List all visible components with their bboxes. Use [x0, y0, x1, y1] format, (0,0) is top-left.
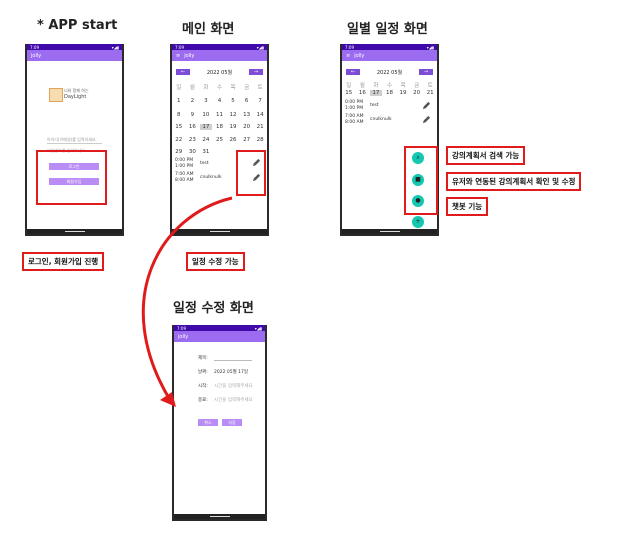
flow-arrow: [141, 196, 233, 407]
chatbot-annotation: 챗봇 기능: [446, 197, 489, 216]
linked-annotation: 유저와 연동된 강의계획서 확인 및 수정: [446, 172, 582, 191]
edit-annotation: 일정 수정 가능: [186, 252, 245, 271]
search-annotation: 강의계획서 검색 가능: [446, 146, 526, 165]
login-annotation: 로그인, 회원가입 진행: [22, 252, 105, 271]
